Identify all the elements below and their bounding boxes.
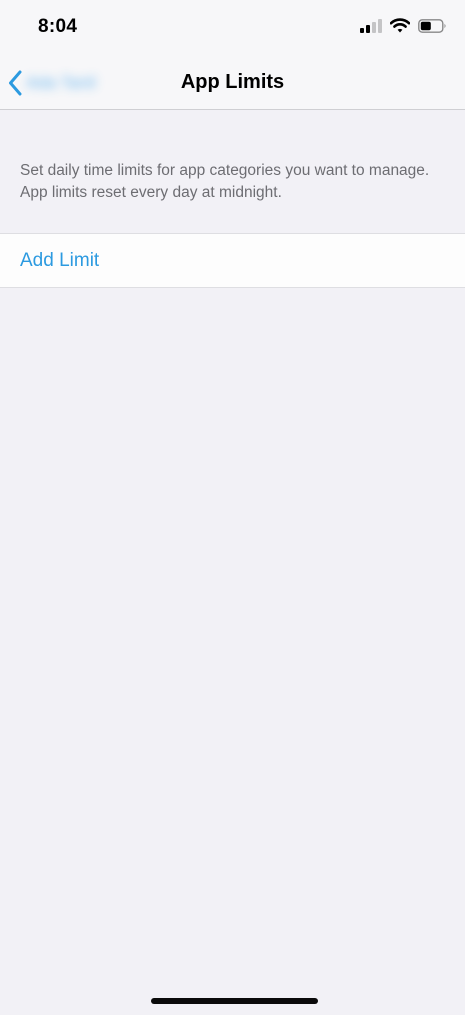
add-limit-button[interactable]: Add Limit	[0, 233, 465, 288]
battery-icon	[418, 18, 446, 33]
wifi-icon	[390, 18, 410, 33]
section-description: Set daily time limits for app categories…	[20, 162, 430, 201]
status-time: 8:04	[38, 16, 78, 37]
home-indicator[interactable]	[151, 998, 318, 1004]
page-title: App Limits	[180, 71, 285, 93]
add-limit-label: Add Limit	[20, 250, 100, 271]
cellular-signal-icon	[360, 18, 382, 33]
status-icons	[360, 18, 447, 33]
status-bar: 8:04	[0, 0, 465, 56]
navigation-bar: Ada Tanil App Limits	[0, 56, 465, 110]
